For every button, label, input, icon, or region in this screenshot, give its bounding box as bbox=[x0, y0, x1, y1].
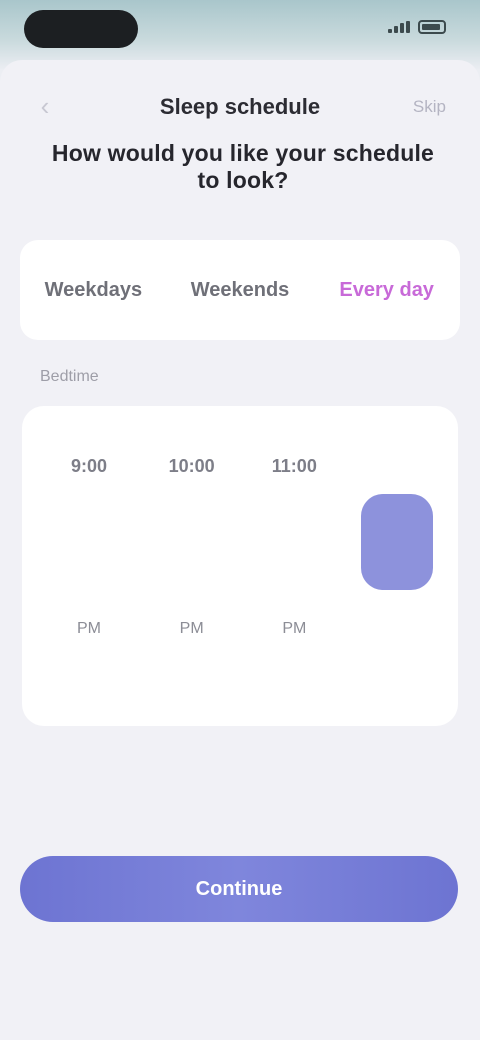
page-title: Sleep schedule bbox=[159, 94, 321, 119]
segment-every-day[interactable]: Every day bbox=[313, 279, 460, 302]
option-sub: PM bbox=[77, 620, 101, 637]
chevron-left-icon: ‹ bbox=[40, 91, 50, 121]
options-card: 9:00 PM 10:00 PM 11:00 PM bbox=[22, 406, 458, 726]
segmented-control: Weekdays Weekends Every day bbox=[20, 240, 460, 340]
option-label: 10:00 bbox=[168, 456, 215, 476]
option-sub: PM bbox=[179, 620, 204, 637]
signal-icon bbox=[388, 21, 410, 33]
skip-button[interactable]: Skip bbox=[413, 97, 446, 117]
question-heading: How would you like your schedule to look… bbox=[51, 140, 435, 193]
battery-icon bbox=[418, 20, 446, 34]
status-bar bbox=[0, 0, 480, 60]
status-time-pill bbox=[24, 10, 138, 48]
back-button[interactable]: ‹ bbox=[30, 92, 60, 122]
option-sub: PM bbox=[282, 620, 307, 637]
option-tile bbox=[258, 494, 330, 590]
options-row: 9:00 PM 10:00 PM 11:00 PM bbox=[48, 446, 438, 696]
option-tile bbox=[53, 494, 125, 590]
segment-weekdays[interactable]: Weekdays bbox=[20, 279, 167, 302]
option-item[interactable]: 10:00 PM bbox=[151, 446, 233, 696]
option-item-selected[interactable] bbox=[356, 446, 438, 696]
option-label: 11:00 bbox=[271, 456, 317, 476]
section-label: Bedtime bbox=[40, 368, 99, 385]
option-item[interactable]: 11:00 PM bbox=[253, 446, 335, 696]
option-item[interactable]: 9:00 PM bbox=[48, 446, 130, 696]
selected-option-tile bbox=[360, 494, 433, 590]
option-label: 9:00 bbox=[70, 456, 108, 476]
continue-button[interactable]: Continue bbox=[20, 856, 458, 922]
status-icons bbox=[388, 20, 446, 34]
option-tile bbox=[156, 494, 228, 590]
nav-bar: ‹ Sleep schedule Skip bbox=[0, 84, 480, 128]
segment-weekends[interactable]: Weekends bbox=[167, 279, 314, 302]
